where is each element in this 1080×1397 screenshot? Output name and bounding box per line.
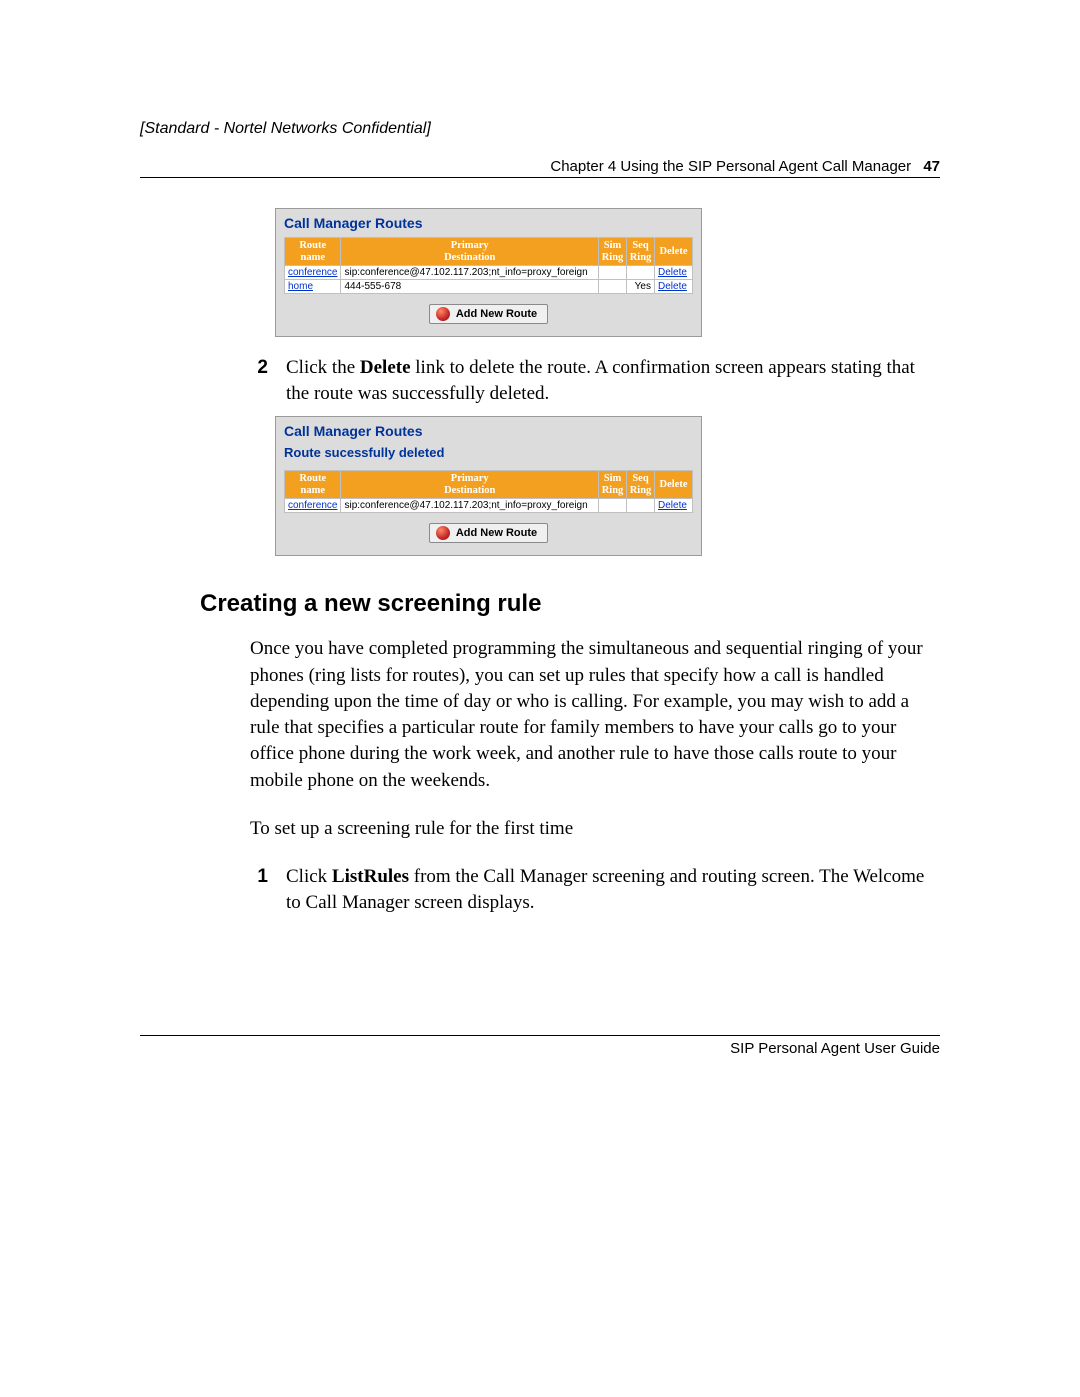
delete-link[interactable]: Delete: [658, 500, 687, 511]
add-new-route-label: Add New Route: [456, 527, 537, 539]
delete-bold: Delete: [360, 357, 411, 378]
add-new-route-label: Add New Route: [456, 308, 537, 320]
add-icon: [436, 526, 450, 540]
step-number: 1: [250, 864, 268, 915]
footer-text: SIP Personal Agent User Guide: [140, 1040, 940, 1057]
delete-link[interactable]: Delete: [658, 281, 687, 292]
panel-title: Call Manager Routes: [284, 423, 693, 439]
delete-link[interactable]: Delete: [658, 267, 687, 278]
call-manager-routes-panel: Call Manager Routes Route name Primary D…: [275, 208, 702, 337]
seqring-cell: [627, 499, 655, 513]
step-text: Click ListRules from the Call Manager sc…: [286, 864, 940, 915]
section-heading: Creating a new screening rule: [200, 590, 940, 618]
col-seq-ring: Seq Ring: [627, 238, 655, 266]
add-new-route-button[interactable]: Add New Route: [429, 304, 548, 324]
header-rule: [140, 177, 940, 178]
listrules-bold: ListRules: [332, 866, 409, 887]
body-paragraph: To set up a screening rule for the first…: [250, 816, 940, 842]
table-row: conference sip:conference@47.102.117.203…: [285, 499, 693, 513]
panel-subtitle: Route sucessfully deleted: [284, 445, 693, 460]
col-delete: Delete: [655, 471, 693, 499]
routes-table: Route name Primary Destination Sim Ring: [284, 470, 693, 513]
col-route-name: Route name: [285, 471, 341, 499]
col-seq-ring: Seq Ring: [627, 471, 655, 499]
destination-cell: sip:conference@47.102.117.203;nt_info=pr…: [341, 499, 599, 513]
call-manager-routes-panel-deleted: Call Manager Routes Route sucessfully de…: [275, 416, 702, 556]
table-row: home 444-555-678 Yes Delete: [285, 280, 693, 294]
col-delete: Delete: [655, 238, 693, 266]
simring-cell: [599, 499, 627, 513]
footer-rule: [140, 1035, 940, 1036]
destination-cell: sip:conference@47.102.117.203;nt_info=pr…: [341, 266, 599, 280]
add-icon: [436, 307, 450, 321]
col-primary-destination: Primary Destination: [341, 471, 599, 499]
step-number: 2: [250, 355, 268, 406]
chapter-title: Chapter 4 Using the SIP Personal Agent C…: [550, 158, 911, 175]
panel-title: Call Manager Routes: [284, 215, 693, 231]
add-new-route-button[interactable]: Add New Route: [429, 523, 548, 543]
destination-cell: 444-555-678: [341, 280, 599, 294]
col-sim-ring: Sim Ring: [599, 471, 627, 499]
simring-cell: [599, 266, 627, 280]
page-number: 47: [923, 158, 940, 175]
seqring-cell: Yes: [627, 280, 655, 294]
simring-cell: [599, 280, 627, 294]
seqring-cell: [627, 266, 655, 280]
step-text: Click the Delete link to delete the rout…: [286, 355, 940, 406]
col-primary-destination: Primary Destination: [341, 238, 599, 266]
route-name-link[interactable]: conference: [288, 267, 337, 278]
route-name-link[interactable]: conference: [288, 500, 337, 511]
routes-table: Route name Primary Destination Sim Ring: [284, 237, 693, 294]
route-name-link[interactable]: home: [288, 281, 313, 292]
body-paragraph: Once you have completed programming the …: [250, 636, 940, 793]
table-row: conference sip:conference@47.102.117.203…: [285, 266, 693, 280]
confidential-notice: [Standard - Nortel Networks Confidential…: [140, 120, 940, 138]
page-header: Chapter 4 Using the SIP Personal Agent C…: [140, 158, 940, 175]
col-route-name: Route name: [285, 238, 341, 266]
col-sim-ring: Sim Ring: [599, 238, 627, 266]
